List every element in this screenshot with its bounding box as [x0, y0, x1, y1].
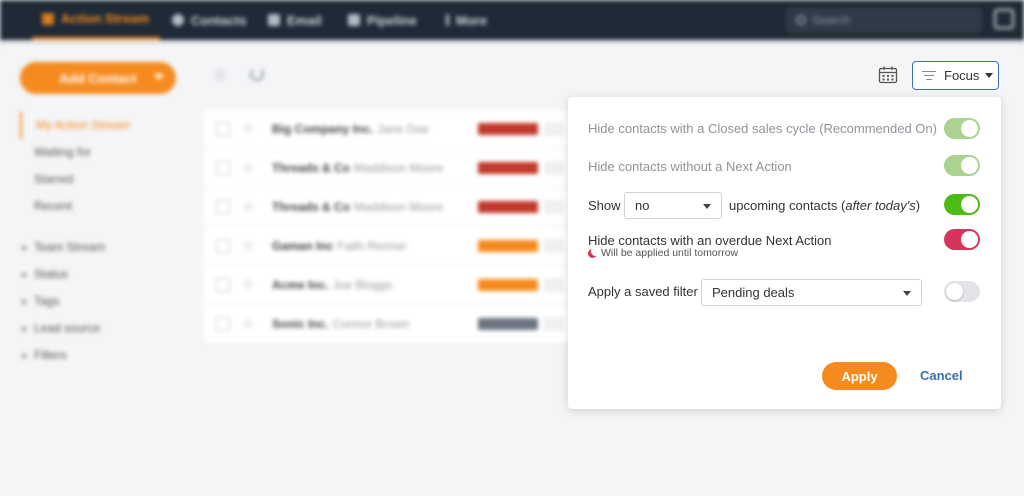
- due-tag: [478, 162, 538, 174]
- company-name: Gaman Inc Faith Renner: [272, 239, 407, 253]
- sidebar-item-recent[interactable]: Recent: [20, 193, 190, 220]
- due-tag: [478, 318, 538, 330]
- nav-email[interactable]: Email: [268, 0, 322, 40]
- show-label: Show: [588, 198, 621, 213]
- person-name: Maddison Moore: [354, 200, 444, 214]
- stream-icon: [42, 12, 54, 25]
- row-checkbox[interactable]: [216, 278, 230, 292]
- funnel-icon: [348, 14, 360, 26]
- due-tag: [478, 240, 538, 252]
- sidebar-item-starred[interactable]: Starred: [20, 166, 190, 193]
- mail-icon: [268, 14, 280, 26]
- table-row[interactable]: ☆ Gaman Inc Faith Renner: [204, 227, 570, 266]
- sidebar-group-lead-source[interactable]: Lead source: [20, 315, 190, 342]
- chevron-down-icon: [985, 73, 994, 78]
- contact-list: ☆ Big Company Inc. Jane Doe ☆ Threads & C…: [204, 110, 570, 344]
- person-icon: [172, 14, 184, 26]
- apply-button[interactable]: Apply: [822, 362, 897, 390]
- row-checkbox[interactable]: [216, 239, 230, 253]
- upcoming-contacts-toggle[interactable]: [944, 194, 980, 215]
- select-all-checkbox[interactable]: [214, 69, 226, 81]
- person-name: Jane Doe: [377, 122, 429, 136]
- lock-icon: [949, 161, 956, 169]
- company-name: Threads & Co Maddison Moore: [272, 200, 444, 214]
- sidebar-group-filters[interactable]: Filters: [20, 342, 190, 369]
- row-checkbox[interactable]: [216, 161, 230, 175]
- due-tag: [478, 201, 538, 213]
- chevron-down-icon: [903, 291, 911, 296]
- star-icon[interactable]: ☆: [242, 237, 255, 254]
- nav-action-stream[interactable]: Action Stream: [32, 0, 160, 40]
- due-tag: [478, 279, 538, 291]
- top-navigation-bar: Action Stream Contacts Email Pipeline Mo…: [0, 0, 1024, 40]
- refresh-icon[interactable]: [250, 67, 264, 81]
- row-checkbox[interactable]: [216, 122, 230, 136]
- sidebar-item-waiting-for[interactable]: Waiting for: [20, 139, 190, 166]
- sidebar-group-status[interactable]: Status: [20, 261, 190, 288]
- person-name: Faith Renner: [337, 239, 407, 253]
- chevron-down-icon: [703, 204, 711, 209]
- company-name: Big Company Inc. Jane Doe: [272, 122, 429, 136]
- row-checkbox[interactable]: [216, 317, 230, 331]
- person-name: Connor Brown: [332, 317, 410, 331]
- company-name: Acme Inc. Joe Bloggs: [272, 278, 393, 292]
- no-next-action-label: Hide contacts without a Next Action: [588, 159, 792, 174]
- moon-icon: [588, 248, 597, 258]
- star-icon[interactable]: ☆: [242, 198, 255, 215]
- sidebar-group-tags[interactable]: Tags: [20, 288, 190, 315]
- table-row[interactable]: ☆ Acme Inc. Joe Bloggs: [204, 266, 570, 305]
- star-icon[interactable]: ☆: [242, 315, 255, 332]
- table-row[interactable]: ☆ Sonic Inc. Connor Brown: [204, 305, 570, 344]
- table-row[interactable]: ☆ Threads & Co Maddison Moore: [204, 149, 570, 188]
- cancel-button[interactable]: Cancel: [920, 368, 963, 383]
- sidebar-group-team-stream[interactable]: Team Stream: [20, 234, 190, 261]
- company-name: Threads & Co Maddison Moore: [272, 161, 444, 175]
- add-contact-button[interactable]: Add Contact: [20, 62, 176, 94]
- subheader-strip: [0, 40, 1024, 44]
- due-tag: [478, 123, 538, 135]
- saved-filter-label: Apply a saved filter: [588, 284, 698, 299]
- account-icon[interactable]: [994, 9, 1014, 29]
- saved-filter-select[interactable]: Pending deals: [701, 279, 922, 306]
- closed-cycle-label: Hide contacts with a Closed sales cycle …: [588, 121, 937, 136]
- more-icon: [446, 14, 449, 26]
- no-next-action-toggle[interactable]: [944, 155, 980, 176]
- closed-cycle-toggle[interactable]: [944, 118, 980, 139]
- star-icon[interactable]: ☆: [242, 159, 255, 176]
- sidebar: My Action Stream Waiting for Starred Rec…: [20, 112, 190, 369]
- row-checkbox[interactable]: [216, 200, 230, 214]
- lock-icon: [949, 124, 956, 132]
- star-icon[interactable]: ☆: [242, 120, 255, 137]
- focus-button[interactable]: Focus: [912, 61, 999, 90]
- nav-pipeline[interactable]: Pipeline: [348, 0, 417, 40]
- search-input[interactable]: Search: [786, 7, 982, 33]
- overdue-label: Hide contacts with an overdue Next Actio…: [588, 233, 832, 248]
- person-name: Joe Bloggs: [332, 278, 393, 292]
- company-name: Sonic Inc. Connor Brown: [272, 317, 410, 331]
- saved-filter-toggle[interactable]: [944, 281, 980, 302]
- focus-panel: Hide contacts with a Closed sales cycle …: [568, 97, 1001, 409]
- nav-contacts[interactable]: Contacts: [172, 0, 247, 40]
- upcoming-contacts-label: upcoming contacts (after today's): [729, 198, 921, 213]
- filter-icon: [922, 70, 936, 81]
- search-icon: [796, 15, 806, 25]
- sidebar-item-my-action-stream[interactable]: My Action Stream: [20, 112, 190, 139]
- table-row[interactable]: ☆ Threads & Co Maddison Moore: [204, 188, 570, 227]
- chevron-down-icon[interactable]: [154, 74, 164, 80]
- star-icon[interactable]: ☆: [242, 276, 255, 293]
- overdue-toggle[interactable]: [944, 229, 980, 250]
- table-row[interactable]: ☆ Big Company Inc. Jane Doe: [204, 110, 570, 149]
- person-name: Maddison Moore: [354, 161, 444, 175]
- nav-more[interactable]: More: [446, 0, 487, 40]
- upcoming-count-select[interactable]: no: [624, 192, 722, 219]
- overdue-note: Will be applied until tomorrow: [588, 247, 738, 259]
- calendar-icon[interactable]: [878, 66, 898, 84]
